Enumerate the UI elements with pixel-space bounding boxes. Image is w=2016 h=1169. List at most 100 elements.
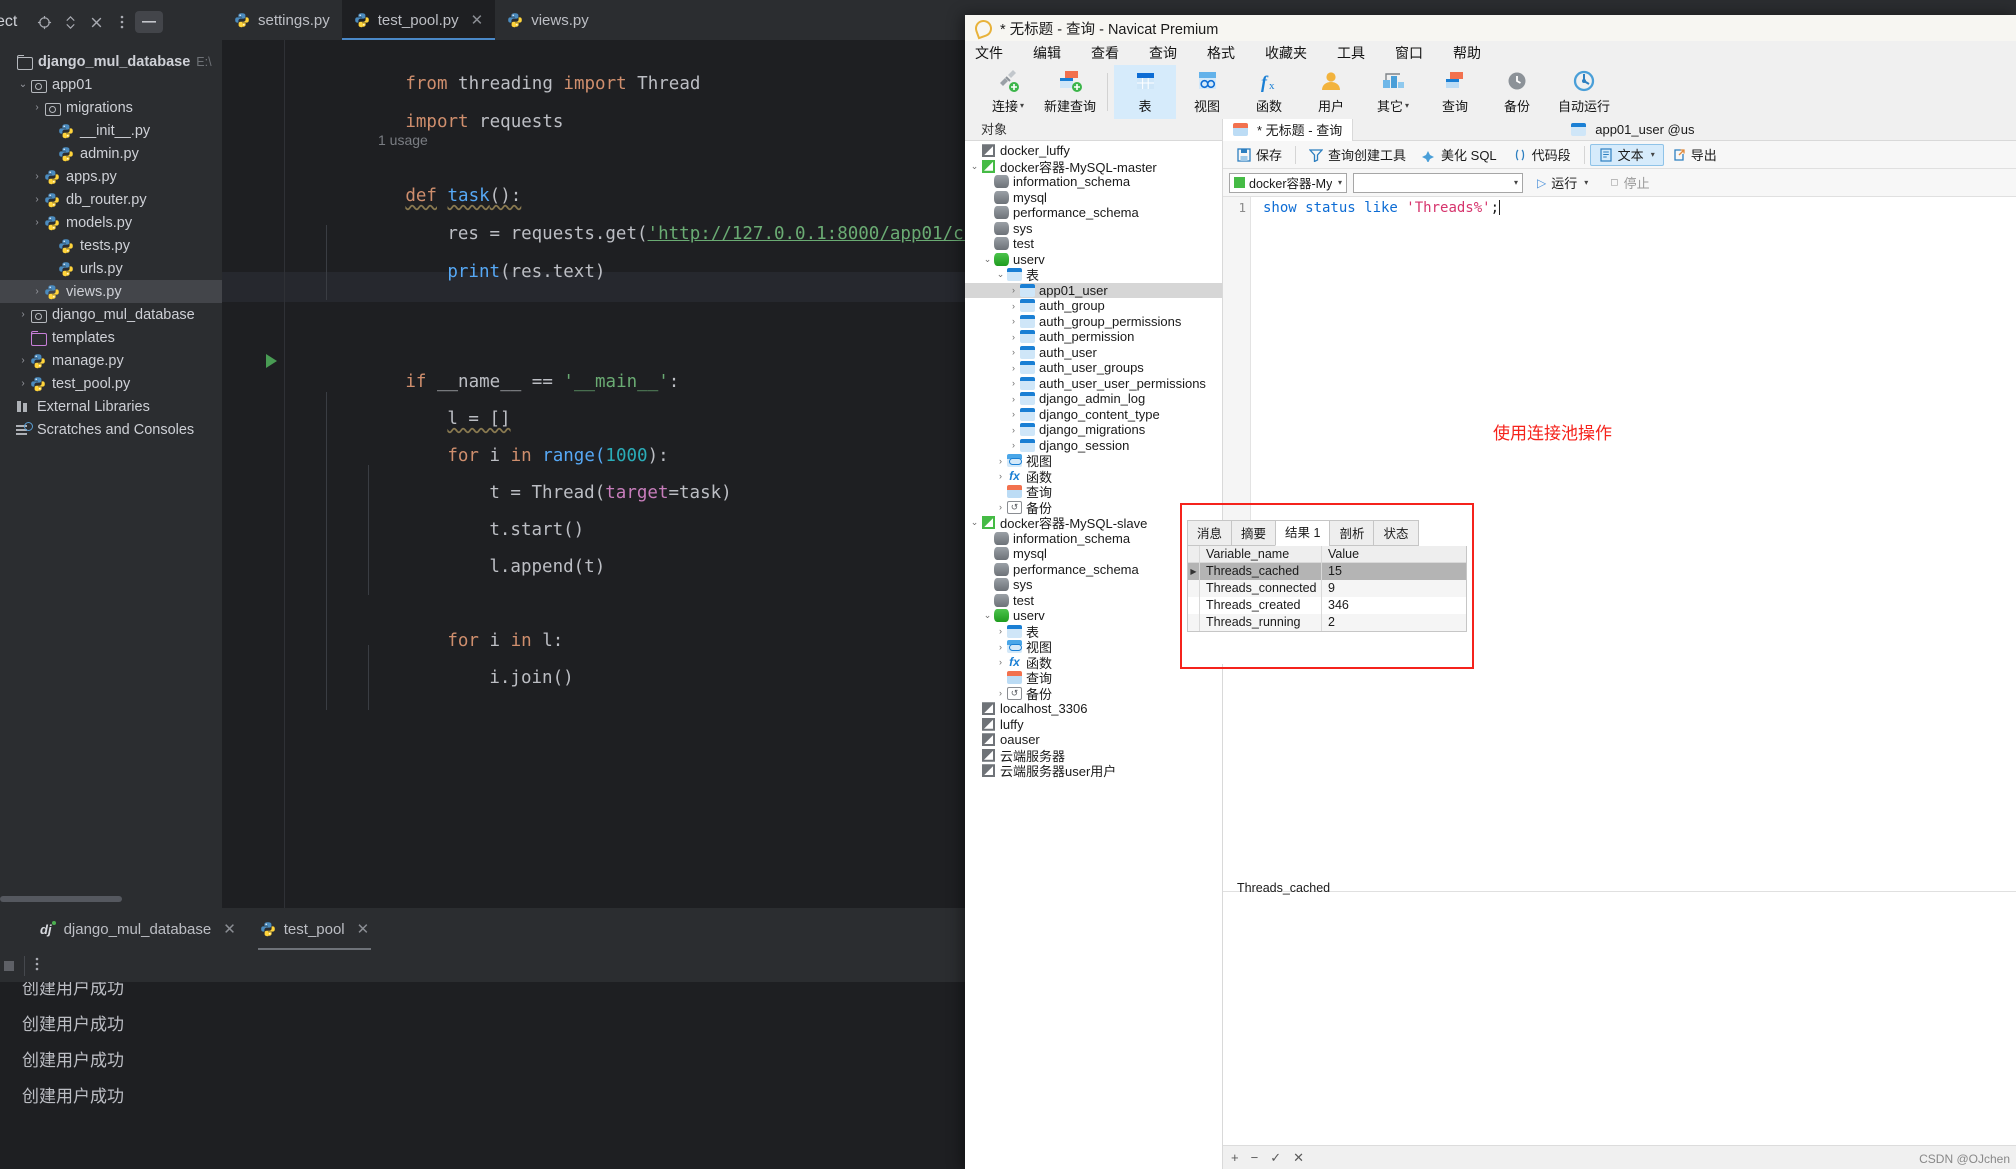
- project-tree-item[interactable]: › models.py: [0, 211, 222, 234]
- result-tab[interactable]: 消息: [1187, 520, 1233, 546]
- chevron-right-icon[interactable]: ›: [1007, 440, 1020, 450]
- db-tree-item[interactable]: › django_session: [965, 438, 1222, 454]
- grid-cell[interactable]: 346: [1322, 597, 1378, 614]
- row-marker[interactable]: [1188, 597, 1200, 614]
- locate-icon[interactable]: [31, 9, 57, 35]
- chevron-down-icon[interactable]: ⌄: [968, 517, 981, 528]
- query-toolbar[interactable]: 保存 查询创建工具 美化 SQL 代码段 文本 ▾ 导出: [1223, 141, 2016, 169]
- query-connection-bar[interactable]: docker容器-MySQL- ▾ ▾ ▷ 运行 ▾ ◻ 停止: [1223, 169, 2016, 197]
- connection-select[interactable]: docker容器-MySQL- ▾: [1229, 172, 1347, 193]
- chevron-right-icon[interactable]: ›: [968, 750, 981, 760]
- query-tab[interactable]: app01_user @us: [1561, 119, 1704, 141]
- db-tree-item[interactable]: › fx 函数: [965, 469, 1222, 485]
- project-tree-item[interactable]: › manage.py: [0, 349, 222, 372]
- menu-item[interactable]: 收藏夹: [1265, 43, 1307, 63]
- chevron-down-icon[interactable]: ⌄: [994, 269, 1007, 280]
- chevron-right-icon[interactable]: ›: [16, 355, 30, 366]
- chevron-right-icon[interactable]: ›: [994, 688, 1007, 698]
- db-tree-item[interactable]: › luffy: [965, 717, 1222, 733]
- row-marker[interactable]: ▶: [1188, 563, 1200, 580]
- expand-collapse-icon[interactable]: [57, 9, 83, 35]
- chevron-right-icon[interactable]: ›: [981, 223, 994, 233]
- chevron-right-icon[interactable]: ›: [994, 657, 1007, 667]
- db-tree-item[interactable]: › ↺ 备份: [965, 686, 1222, 702]
- query-tab-bar[interactable]: * 无标题 - 查询 app01_user @us: [1223, 119, 2016, 141]
- chevron-right-icon[interactable]: ›: [30, 102, 44, 113]
- project-tree-item[interactable]: › db_router.py: [0, 188, 222, 211]
- project-tree-item[interactable]: · __init__.py: [0, 119, 222, 142]
- grid-row[interactable]: Threads_connected 9: [1188, 580, 1466, 597]
- grid-cell[interactable]: Threads_running: [1200, 614, 1322, 631]
- chevron-right-icon[interactable]: ›: [968, 146, 981, 156]
- query-tab[interactable]: * 无标题 - 查询: [1223, 119, 1354, 141]
- object-tab-bar[interactable]: 对象: [965, 119, 1222, 141]
- menu-item[interactable]: 格式: [1207, 43, 1235, 63]
- chevron-right-icon[interactable]: ›: [994, 642, 1007, 652]
- ribbon-button[interactable]: 视图: [1176, 65, 1238, 119]
- project-tree-item[interactable]: · django_mul_database E:\: [0, 50, 222, 73]
- tab-objects[interactable]: 对象: [965, 119, 1023, 141]
- stop-button[interactable]: [4, 961, 14, 971]
- chevron-right-icon[interactable]: ›: [1007, 425, 1020, 435]
- project-tree-item[interactable]: · templates: [0, 326, 222, 349]
- chevron-right-icon[interactable]: ›: [981, 564, 994, 574]
- grid-cell[interactable]: 2: [1322, 614, 1378, 631]
- editor-tab[interactable]: test_pool.py ✕: [341, 0, 496, 40]
- ribbon-toolbar[interactable]: 连接 ▾ 新建查询表视图 f x 函数 用户 其它 ▾ 查询 备份 自动运行: [965, 65, 2016, 119]
- ribbon-button[interactable]: 新建查询: [1039, 65, 1101, 119]
- collapse-all-icon[interactable]: [83, 9, 109, 35]
- chevron-right-icon[interactable]: ›: [981, 192, 994, 202]
- project-tree-item[interactable]: · tests.py: [0, 234, 222, 257]
- database-select[interactable]: ▾: [1353, 172, 1523, 193]
- menu-item[interactable]: 帮助: [1453, 43, 1481, 63]
- chevron-right-icon[interactable]: ·: [2, 56, 16, 67]
- chevron-right-icon[interactable]: ›: [30, 217, 44, 228]
- ribbon-button[interactable]: 其它 ▾: [1362, 65, 1424, 119]
- grid-column-header[interactable]: Value: [1322, 546, 1378, 563]
- chevron-right-icon[interactable]: ›: [1007, 347, 1020, 357]
- run-tab[interactable]: dj django_mul_database ✕: [28, 908, 248, 950]
- chevron-right-icon[interactable]: ·: [44, 263, 58, 274]
- chevron-right-icon[interactable]: ›: [981, 549, 994, 559]
- db-tree-item[interactable]: ›查询: [965, 484, 1222, 500]
- chevron-right-icon[interactable]: ›: [1007, 363, 1020, 373]
- toolbar-button[interactable]: 导出: [1664, 144, 1725, 166]
- project-tree-item[interactable]: › apps.py: [0, 165, 222, 188]
- chevron-down-icon[interactable]: ▾: [1651, 150, 1655, 159]
- run-button[interactable]: ▷ 运行 ▾: [1529, 172, 1596, 194]
- chevron-right-icon[interactable]: ›: [994, 456, 1007, 466]
- db-tree-item[interactable]: › django_content_type: [965, 407, 1222, 423]
- chevron-right-icon[interactable]: ·: [2, 424, 16, 435]
- project-tree-item[interactable]: › django_mul_database: [0, 303, 222, 326]
- chevron-right-icon[interactable]: ·: [44, 148, 58, 159]
- db-tree-item[interactable]: ⌄ userv: [965, 252, 1222, 268]
- toolbar-button[interactable]: 查询创建工具: [1301, 144, 1414, 166]
- db-tree-item[interactable]: › auth_user: [965, 345, 1222, 361]
- menu-bar[interactable]: 文件 编辑 查看 查询 格式 收藏夹 工具 窗口 帮助: [965, 41, 2016, 65]
- chevron-right-icon[interactable]: ›: [30, 286, 44, 297]
- db-tree-item[interactable]: › auth_user_user_permissions: [965, 376, 1222, 392]
- chevron-right-icon[interactable]: ›: [1007, 316, 1020, 326]
- more-options-icon[interactable]: [109, 9, 135, 35]
- chevron-right-icon[interactable]: ›: [994, 626, 1007, 636]
- chevron-right-icon[interactable]: ›: [994, 502, 1007, 512]
- close-icon[interactable]: ✕: [357, 920, 370, 938]
- chevron-right-icon[interactable]: ›: [994, 673, 1007, 683]
- editor-tab[interactable]: views.py: [495, 0, 601, 40]
- chevron-right-icon[interactable]: ›: [968, 719, 981, 729]
- chevron-right-icon[interactable]: ›: [981, 177, 994, 187]
- grid-cell[interactable]: Threads_connected: [1200, 580, 1322, 597]
- remove-icon[interactable]: −: [1251, 1150, 1259, 1165]
- row-marker[interactable]: [1188, 614, 1200, 631]
- run-tab[interactable]: test_pool ✕: [248, 908, 381, 950]
- ribbon-button[interactable]: 用户: [1300, 65, 1362, 119]
- menu-item[interactable]: 窗口: [1395, 43, 1423, 63]
- chevron-right-icon[interactable]: ›: [30, 194, 44, 205]
- chevron-right-icon[interactable]: ›: [981, 580, 994, 590]
- project-tree[interactable]: · django_mul_database E:\ ⌄ app01 › migrations…: [0, 44, 222, 908]
- chevron-right-icon[interactable]: ›: [968, 735, 981, 745]
- close-icon[interactable]: ✕: [223, 920, 236, 938]
- project-tree-item[interactable]: · Scratches and Consoles: [0, 418, 222, 441]
- row-marker[interactable]: [1188, 580, 1200, 597]
- db-tree-item[interactable]: ›查询: [965, 670, 1222, 686]
